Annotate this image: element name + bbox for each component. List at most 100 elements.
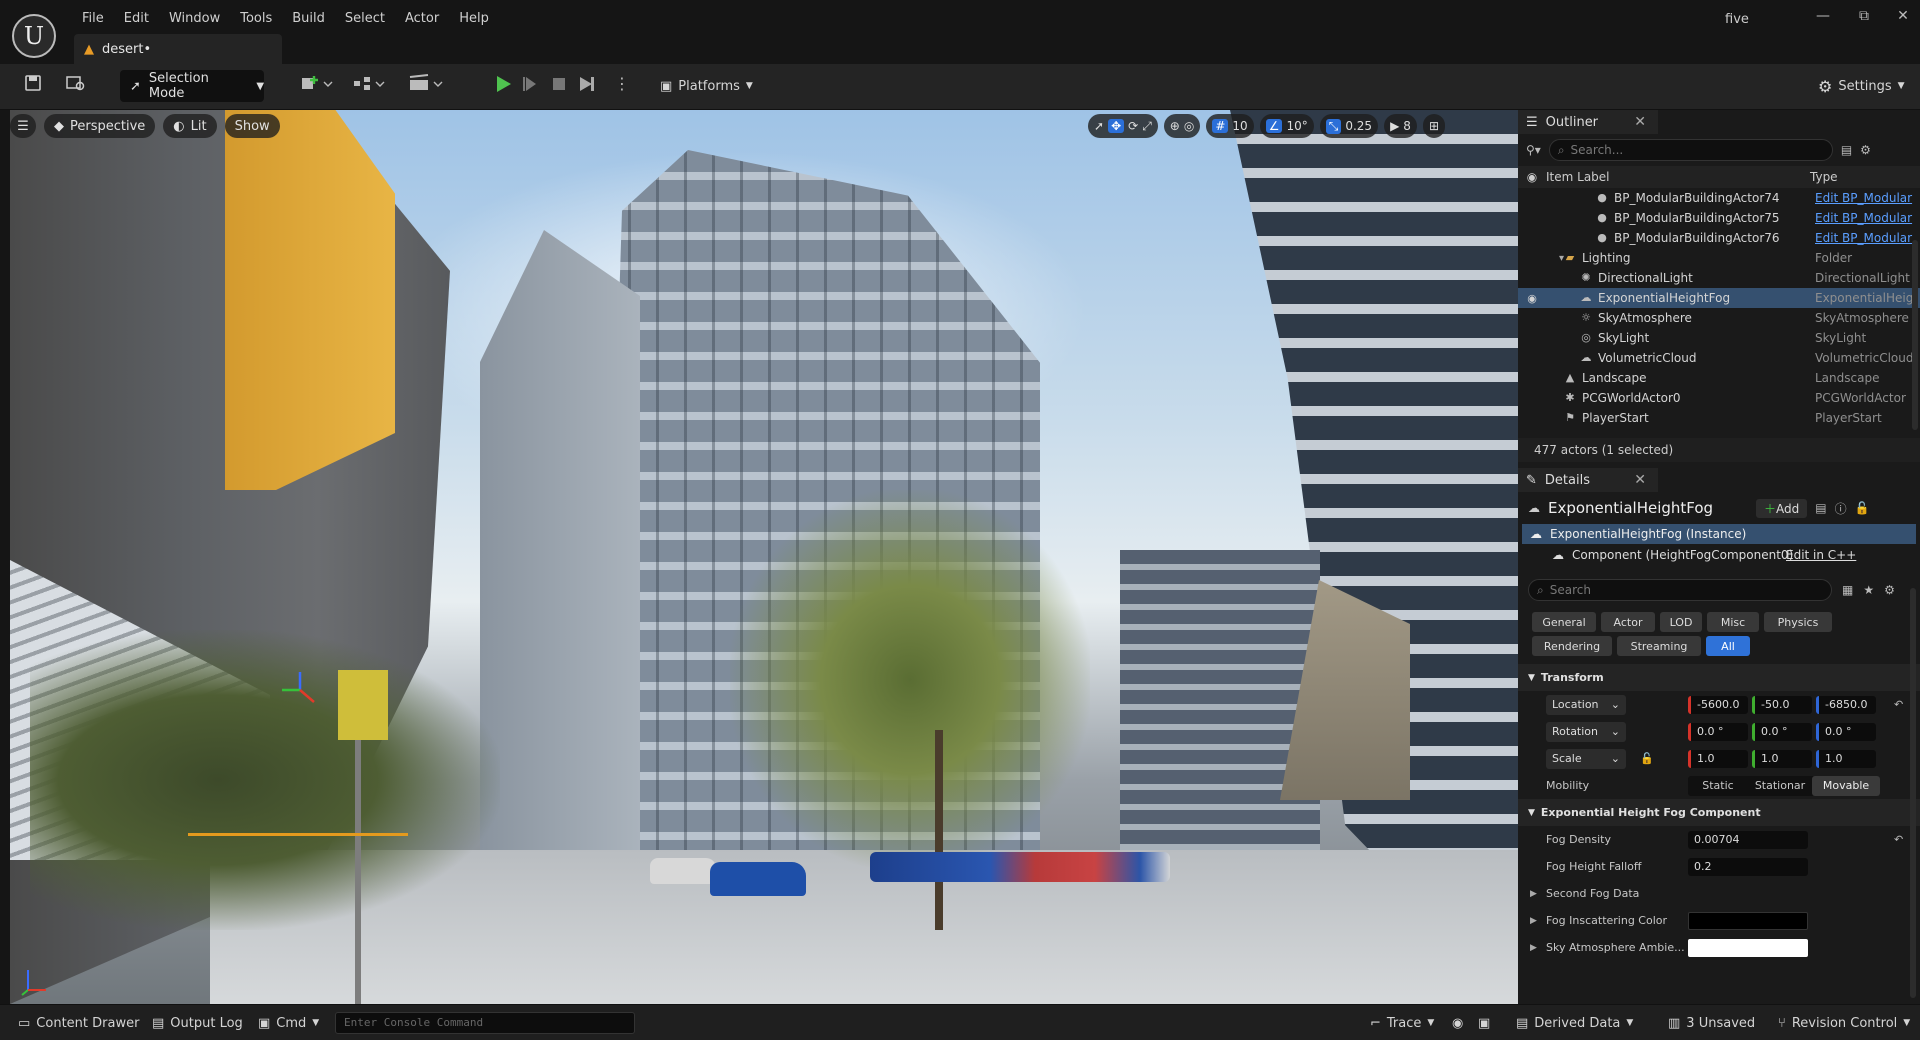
camera-speed-group[interactable]: ▶ 8 <box>1384 114 1417 138</box>
outliner-row-type[interactable]: Edit BP_Modular <box>1815 231 1915 245</box>
grid-snap-icon[interactable]: # <box>1212 119 1229 133</box>
filter-general[interactable]: General <box>1532 612 1596 632</box>
rotation-y-field[interactable]: 0.0 ° <box>1752 722 1812 741</box>
outliner-row[interactable]: ✱ PCGWorldActor0 PCGWorldActor <box>1518 388 1920 408</box>
details-scrollbar[interactable] <box>1910 588 1916 998</box>
transform-category[interactable]: ▼ Transform <box>1518 664 1920 691</box>
outliner-row[interactable]: ● BP_ModularBuildingActor75 Edit BP_Modula… <box>1518 208 1920 228</box>
sky-ambient-color-swatch[interactable] <box>1688 938 1808 957</box>
scale-x-field[interactable]: 1.0 <box>1688 749 1748 768</box>
item-label-column[interactable]: Item Label <box>1546 170 1810 184</box>
blueprint-icon[interactable] <box>352 74 388 97</box>
outliner-row[interactable]: ✺ DirectionalLight DirectionalLight <box>1518 268 1920 288</box>
close-icon[interactable]: ✕ <box>1634 114 1646 130</box>
console-command-input[interactable]: Enter Console Command <box>335 1012 635 1034</box>
filter-rendering[interactable]: Rendering <box>1532 636 1612 656</box>
maximize-button[interactable]: ⧉ <box>1847 8 1881 30</box>
unreal-logo-icon[interactable]: U <box>12 14 56 58</box>
transform-gizmo-icon[interactable] <box>280 670 320 710</box>
translate-tool-icon[interactable]: ✥ <box>1108 119 1125 133</box>
fog-density-field[interactable]: 0.00704 <box>1688 830 1808 849</box>
menu-file[interactable]: File <box>72 8 114 29</box>
rotate-tool-icon[interactable]: ⟳ <box>1128 119 1138 133</box>
help-icon[interactable]: ⓘ <box>1835 500 1847 517</box>
add-folder-icon[interactable]: ▤ <box>1841 143 1852 157</box>
cmd-dropdown[interactable]: ▣ Cmd ▼ <box>258 1012 319 1034</box>
menu-select[interactable]: Select <box>335 8 395 29</box>
menu-tools[interactable]: Tools <box>230 8 282 29</box>
menu-edit[interactable]: Edit <box>114 8 159 29</box>
instance-row[interactable]: ☁ ExponentialHeightFog (Instance) <box>1522 524 1916 544</box>
filter-all[interactable]: All <box>1706 636 1750 656</box>
mobility-stationary[interactable]: Stationar <box>1748 779 1812 792</box>
record-button[interactable]: ◉ <box>1452 1012 1463 1034</box>
revision-control-dropdown[interactable]: ⑂ Revision Control ▼ <box>1778 1012 1910 1034</box>
perspective-button[interactable]: ◆ Perspective <box>44 114 156 138</box>
settings-dropdown[interactable]: ⚙ Settings ▼ <box>1818 70 1905 102</box>
scale-snap-icon[interactable]: ⤡ <box>1325 118 1342 134</box>
select-tool-icon[interactable]: ➚ <box>1094 119 1104 133</box>
level-tab[interactable]: ▲ desert• <box>74 34 282 64</box>
scale-tool-icon[interactable]: ⤢ <box>1142 119 1152 134</box>
lock-icon[interactable]: 🔓 <box>1855 501 1870 515</box>
details-search-input[interactable]: ⌕ Search <box>1528 579 1832 601</box>
platforms-dropdown[interactable]: ▣ Platforms ▼ <box>660 70 753 102</box>
blueprint-icon[interactable]: ▤ <box>1815 501 1826 515</box>
outliner-row[interactable]: ☼ SkyAtmosphere SkyAtmosphere <box>1518 308 1920 328</box>
stop-button[interactable] <box>548 73 570 98</box>
viewport-menu-button[interactable]: ☰ <box>10 114 36 138</box>
browse-content-icon[interactable] <box>66 74 86 97</box>
outliner-row[interactable]: ◎ SkyLight SkyLight <box>1518 328 1920 348</box>
location-x-field[interactable]: -5600.0 <box>1688 695 1748 714</box>
details-tab[interactable]: ✎ Details ✕ <box>1518 468 1658 492</box>
world-space-icon[interactable]: ⊕ <box>1170 119 1180 133</box>
add-actor-icon[interactable] <box>300 74 336 97</box>
add-component-button[interactable]: ＋Add <box>1756 498 1808 518</box>
fog-component-category[interactable]: ▼ Exponential Height Fog Component <box>1518 799 1920 826</box>
outliner-row[interactable]: ⚑ PlayerStart PlayerStart <box>1518 408 1920 428</box>
menu-actor[interactable]: Actor <box>395 8 449 29</box>
unsaved-button[interactable]: ▥ 3 Unsaved <box>1668 1012 1755 1034</box>
save-icon[interactable] <box>24 74 42 97</box>
edit-in-cpp-link[interactable]: Edit in C++ <box>1786 548 1856 562</box>
derived-data-dropdown[interactable]: ▤ Derived Data ▼ <box>1516 1012 1633 1034</box>
minimize-button[interactable]: — <box>1806 8 1840 30</box>
outliner-row[interactable]: ☁ VolumetricCloud VolumetricCloud <box>1518 348 1920 368</box>
scale-y-field[interactable]: 1.0 <box>1752 749 1812 768</box>
filter-misc[interactable]: Misc <box>1707 612 1759 632</box>
filter-actor[interactable]: Actor <box>1601 612 1655 632</box>
scale-dropdown[interactable]: Scale ⌄ <box>1546 748 1626 769</box>
output-log-button[interactable]: ▤ Output Log <box>152 1012 243 1034</box>
selection-mode-dropdown[interactable]: ➚ Selection Mode ▼ <box>120 70 264 102</box>
menu-help[interactable]: Help <box>449 8 499 29</box>
mobility-static[interactable]: Static <box>1688 779 1748 792</box>
location-dropdown[interactable]: Location ⌄ <box>1546 694 1626 715</box>
fog-falloff-field[interactable]: 0.2 <box>1688 857 1808 876</box>
menu-build[interactable]: Build <box>282 8 335 29</box>
rotation-x-field[interactable]: 0.0 ° <box>1688 722 1748 741</box>
outliner-row[interactable]: ● BP_ModularBuildingActor76 Edit BP_Modula… <box>1518 228 1920 248</box>
scale-lock-icon[interactable]: 🔓 <box>1640 752 1654 765</box>
outliner-tab[interactable]: ☰ Outliner ✕ <box>1518 110 1658 134</box>
close-button[interactable]: ✕ <box>1886 8 1920 30</box>
angle-snap-icon[interactable]: ∠ <box>1265 119 1283 133</box>
filter-icon[interactable]: ⚲▾ <box>1526 143 1541 157</box>
outliner-search-input[interactable]: ⌕ Search... <box>1548 139 1833 161</box>
reset-arrow-icon[interactable]: ↶ <box>1894 698 1903 711</box>
outliner-row[interactable]: ▲ Landscape Landscape <box>1518 368 1920 388</box>
filter-physics[interactable]: Physics <box>1764 612 1832 632</box>
chevron-right-icon[interactable]: ▶ <box>1530 916 1537 926</box>
surface-snap-icon[interactable]: ◎ <box>1184 119 1194 133</box>
close-icon[interactable]: ✕ <box>1634 472 1646 488</box>
play-button[interactable] <box>492 73 514 98</box>
star-icon[interactable]: ★ <box>1863 583 1874 597</box>
content-drawer-button[interactable]: ▭ Content Drawer <box>18 1012 139 1034</box>
location-z-field[interactable]: -6850.0 <box>1816 695 1876 714</box>
cinematics-icon[interactable] <box>408 74 446 97</box>
scale-z-field[interactable]: 1.0 <box>1816 749 1876 768</box>
viewport-layout-button[interactable]: ⊞ <box>1422 114 1445 138</box>
reset-arrow-icon[interactable]: ↶ <box>1894 833 1903 846</box>
outliner-scrollbar[interactable] <box>1912 240 1918 430</box>
level-viewport[interactable] <box>10 110 1518 1004</box>
trace-dropdown[interactable]: ⌐ Trace ▼ <box>1370 1012 1434 1034</box>
